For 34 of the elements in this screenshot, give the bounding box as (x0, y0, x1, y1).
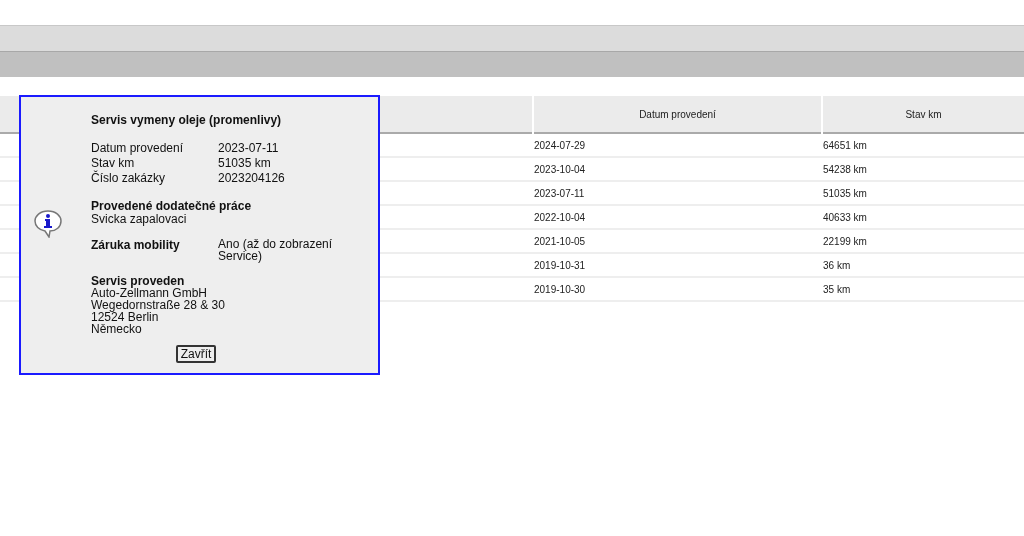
table-cell-text: 2023-10-04 (534, 162, 586, 177)
address-line: Wegedornstraße 28 & 30 (91, 299, 226, 311)
table-cell-text: 2023-07-11 (534, 186, 585, 201)
field-value: 51035 km (218, 156, 272, 170)
section-text: Svicka zapalovaci (91, 213, 188, 225)
field-value: Ano (až do zobrazení Service) (218, 238, 334, 262)
address-line: 12524 Berlin (91, 311, 159, 323)
table-cell-text: 51035 km (823, 186, 867, 201)
dialog-title: Servis vymeny oleje (promenlivy) (91, 113, 283, 127)
field-label: Stav km (91, 156, 136, 170)
field-label: Datum provedení (91, 141, 185, 155)
table-cell-text: 2022-10-04 (534, 210, 586, 225)
table-cell-text: 40633 km (823, 210, 867, 225)
section-heading: Provedené dodatečné práce (91, 199, 253, 213)
table-cell-text: 35 km (823, 282, 851, 297)
field-label: Číslo zakázky (91, 171, 167, 185)
table-cell-text: 2021-10-05 (534, 234, 586, 249)
section-heading: Servis proveden (91, 275, 185, 287)
field-label: Záruka mobility (91, 238, 181, 254)
table-cell-text: 2019-10-31 (534, 258, 586, 273)
table-cell-text: 2019-10-30 (534, 282, 586, 297)
column-header: Stav km (823, 96, 1024, 134)
column-header: Datum provedení (534, 96, 821, 134)
table-cell-text: 22199 km (823, 234, 867, 249)
close-button[interactable]: Zavřít (175, 345, 217, 363)
address-line: Auto-Zellmann GmbH (91, 287, 209, 299)
field-value: 2023-07-11 (218, 141, 280, 155)
table-cell-text: 2024-07-29 (534, 138, 586, 153)
field-value: 2023204126 (218, 171, 286, 185)
info-icon (33, 208, 63, 238)
table-cell-text: 54238 km (823, 162, 867, 177)
table-cell-text: 36 km (823, 258, 851, 273)
address-line: Německo (91, 323, 143, 335)
table-cell-text: 64651 km (823, 138, 867, 153)
